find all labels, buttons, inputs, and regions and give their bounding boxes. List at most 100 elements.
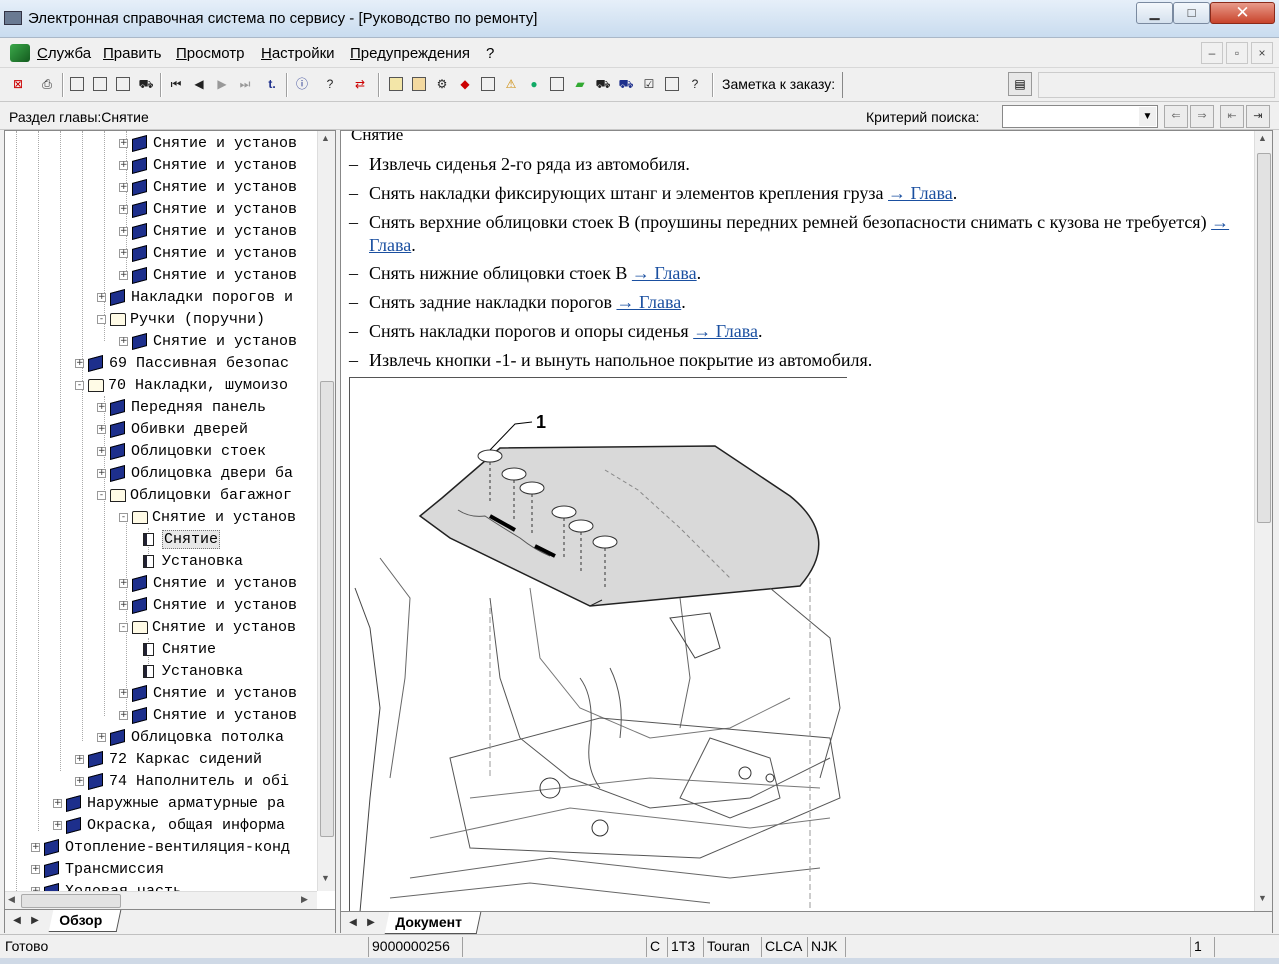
menu-view[interactable]: Просмотр bbox=[176, 45, 245, 62]
question-note-icon[interactable]: ? bbox=[685, 73, 705, 95]
tree-item[interactable]: Установка bbox=[141, 551, 243, 573]
tree-item[interactable]: +69 Пассивная безопас bbox=[75, 353, 289, 375]
tree-item[interactable]: - Ручки (поручни) bbox=[97, 309, 265, 331]
scroll-up-icon[interactable]: ▲ bbox=[1258, 133, 1267, 143]
scroll-left-icon[interactable]: ◀ bbox=[8, 894, 15, 905]
info-icon[interactable]: ⓘ bbox=[292, 73, 312, 95]
tab-prev-icon[interactable]: ◀ bbox=[345, 915, 361, 931]
tree-item[interactable]: - Снятие и установ bbox=[119, 617, 296, 639]
manual-icon[interactable]: ▰ bbox=[570, 73, 590, 95]
list-icon[interactable] bbox=[478, 73, 498, 95]
tree-item[interactable]: + Снятие и установ bbox=[119, 265, 297, 287]
calculator-icon[interactable] bbox=[386, 73, 406, 95]
chevron-down-icon[interactable]: ▼ bbox=[1139, 107, 1156, 126]
menu-service[interactable]: Служба bbox=[37, 45, 91, 62]
minimize-button[interactable]: ▁ bbox=[1136, 2, 1173, 24]
tree-item[interactable]: + Трансмиссия bbox=[31, 859, 164, 881]
tree-item[interactable]: Снятие bbox=[141, 529, 221, 551]
expand-icon[interactable]: + bbox=[75, 358, 84, 368]
tree-item[interactable]: Установка bbox=[141, 661, 243, 683]
tree-item[interactable]: + Отопление-вентиляция-конд bbox=[31, 837, 290, 859]
tree-item[interactable]: + Снятие и установ bbox=[119, 595, 297, 617]
expand-icon[interactable]: + bbox=[119, 204, 128, 214]
expand-button[interactable]: ⇥ bbox=[1246, 105, 1270, 128]
search-back-button[interactable]: ⇐ bbox=[1164, 105, 1188, 128]
expand-icon[interactable]: + bbox=[75, 754, 84, 764]
tab-overview[interactable]: Обзор bbox=[48, 910, 122, 932]
next-page-icon[interactable]: ▶ bbox=[212, 73, 232, 95]
chapter-link[interactable]: → Глава bbox=[616, 292, 681, 312]
tree-item[interactable]: + Снятие и установ bbox=[119, 243, 297, 265]
expand-icon[interactable]: + bbox=[75, 776, 84, 786]
first-page-icon[interactable]: ⏮ bbox=[166, 73, 186, 95]
tree-item[interactable]: + Снятие и установ bbox=[119, 573, 297, 595]
tree-item[interactable]: + Облицовка двери ба bbox=[97, 463, 293, 485]
tab-next-icon[interactable]: ▶ bbox=[363, 915, 379, 931]
search-criteria-select[interactable]: ▼ bbox=[1002, 105, 1158, 128]
catalog-icon[interactable] bbox=[409, 73, 429, 95]
expand-icon[interactable]: + bbox=[53, 798, 62, 808]
last-page-icon[interactable]: ⏭ bbox=[235, 73, 255, 95]
checkbox-icon[interactable]: ☑ bbox=[639, 73, 659, 95]
diagnostics-icon[interactable]: ◆ bbox=[455, 73, 475, 95]
checklist-icon[interactable] bbox=[113, 73, 133, 95]
tree-item[interactable]: + Накладки порогов и bbox=[97, 287, 293, 309]
collapse-icon[interactable]: - bbox=[75, 380, 84, 390]
expand-icon[interactable]: + bbox=[119, 578, 128, 588]
tree-item[interactable]: + Снятие и установ bbox=[119, 331, 297, 353]
expand-icon[interactable]: + bbox=[97, 446, 106, 456]
expand-icon[interactable]: + bbox=[97, 402, 106, 412]
document-vertical-scrollbar[interactable]: ▲ ▼ bbox=[1254, 131, 1272, 911]
tab-prev-icon[interactable]: ◀ bbox=[9, 913, 25, 929]
tree-item[interactable]: + Снятие и установ bbox=[119, 199, 297, 221]
chapter-link[interactable]: → Глава bbox=[632, 263, 697, 283]
expand-icon[interactable]: + bbox=[119, 248, 128, 258]
mdi-close-button[interactable]: × bbox=[1251, 42, 1273, 64]
new-document-icon[interactable] bbox=[67, 73, 87, 95]
expand-icon[interactable]: + bbox=[119, 138, 128, 148]
tree-item[interactable]: + Снятие и установ bbox=[119, 155, 297, 177]
collapse-icon[interactable]: - bbox=[119, 622, 128, 632]
tree-item[interactable]: + Снятие и установ bbox=[119, 683, 297, 705]
expand-icon[interactable]: + bbox=[31, 864, 40, 874]
chapter-link[interactable]: → Глава bbox=[888, 183, 953, 203]
menu-warnings[interactable]: Предупреждения bbox=[350, 45, 470, 62]
previous-page-icon[interactable]: ◀ bbox=[189, 73, 209, 95]
tree-item[interactable]: + Снятие и установ bbox=[119, 133, 297, 155]
menu-settings[interactable]: Настройки bbox=[261, 45, 335, 62]
tree-item[interactable]: + Снятие и установ bbox=[119, 177, 297, 199]
menu-edit[interactable]: Править bbox=[103, 45, 162, 62]
expand-icon[interactable]: + bbox=[31, 842, 40, 852]
expand-icon[interactable]: + bbox=[119, 600, 128, 610]
tree-item[interactable]: - 70 Накладки, шумоизо bbox=[75, 375, 288, 397]
tree-item[interactable]: Снятие bbox=[141, 639, 216, 661]
edit-document-icon[interactable] bbox=[90, 73, 110, 95]
expand-icon[interactable]: + bbox=[119, 182, 128, 192]
tree-item[interactable]: +74 Наполнитель и обі bbox=[75, 771, 289, 793]
tree-item[interactable]: + Снятие и установ bbox=[119, 705, 297, 727]
print-icon[interactable]: ⎙ bbox=[37, 73, 57, 95]
tree-item[interactable]: + Передняя панель bbox=[97, 397, 266, 419]
scroll-up-icon[interactable]: ▲ bbox=[321, 133, 330, 143]
service-icon[interactable]: ⛟ bbox=[616, 73, 636, 95]
collapse-icon[interactable]: - bbox=[97, 490, 106, 500]
vehicle-icon[interactable]: ⛟ bbox=[593, 73, 613, 95]
bookmark-icon[interactable] bbox=[662, 73, 682, 95]
trash-icon[interactable] bbox=[547, 73, 567, 95]
expand-icon[interactable]: + bbox=[97, 424, 106, 434]
tab-next-icon[interactable]: ▶ bbox=[27, 913, 43, 929]
expand-icon[interactable]: + bbox=[119, 160, 128, 170]
component-icon[interactable]: ⚙ bbox=[432, 73, 452, 95]
expand-icon[interactable]: + bbox=[119, 688, 128, 698]
collapse-icon[interactable]: - bbox=[119, 512, 128, 522]
tree-horizontal-scrollbar[interactable]: ◀ ▶ bbox=[5, 891, 317, 909]
document-scroll-thumb[interactable] bbox=[1257, 153, 1271, 523]
swap-icon[interactable]: ⇄ bbox=[350, 73, 370, 95]
tree-item[interactable]: + Снятие и установ bbox=[119, 221, 297, 243]
tree-item[interactable]: - Снятие и установ bbox=[119, 507, 296, 529]
maximize-button[interactable]: □ bbox=[1173, 2, 1210, 24]
help-icon[interactable]: ? bbox=[320, 73, 340, 95]
globe-icon[interactable]: ● bbox=[524, 73, 544, 95]
expand-icon[interactable]: + bbox=[53, 820, 62, 830]
tree-item[interactable]: + Облицовка потолка bbox=[97, 727, 284, 749]
